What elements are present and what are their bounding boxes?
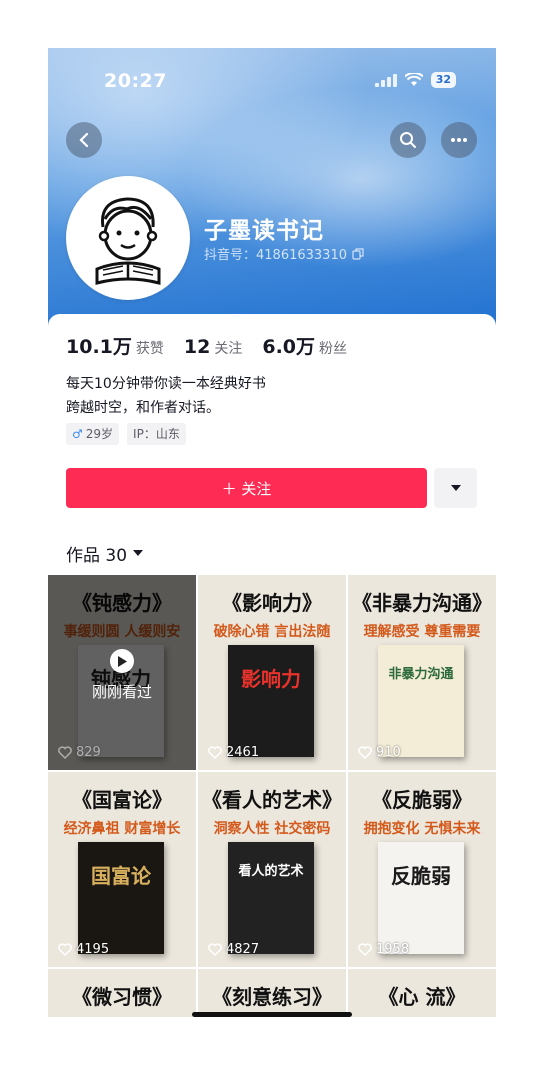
- heart-icon: [58, 943, 72, 956]
- video-thumbnail[interactable]: 《钝感力》 事缓则圆 人缓则安 钝感力 刚刚看过 829: [48, 575, 196, 770]
- profile-screen: 20:27 32 子墨读书记 抖音号：41861633310 10.1万 获赞 …: [48, 48, 496, 1020]
- age-text: 29岁: [85, 427, 114, 441]
- gender-age-tag: ♂ 29岁: [66, 423, 120, 445]
- video-thumbnail[interactable]: 《心 流》: [348, 969, 496, 1017]
- video-thumbnail[interactable]: 《影响力》 破除心错 言出法随 影响力 2461: [198, 575, 346, 770]
- video-likes: 4195: [58, 942, 109, 957]
- heart-icon: [358, 746, 372, 759]
- video-thumbnail[interactable]: 《非暴力沟通》 理解感受 尊重需要 非暴力沟通 910: [348, 575, 496, 770]
- back-arrow-icon: [79, 132, 89, 148]
- video-title: 《反脆弱》: [372, 788, 472, 812]
- video-thumbnail[interactable]: 《反脆弱》 拥抱变化 无惧未来 反脆弱 1958: [348, 772, 496, 967]
- follow-button[interactable]: ＋ 关注: [66, 468, 427, 508]
- video-title: 《心 流》: [378, 985, 466, 1009]
- video-likes: 4827: [208, 942, 259, 957]
- video-subtitle: 拥抱变化 无惧未来: [363, 821, 481, 837]
- avatar[interactable]: [66, 176, 190, 300]
- stat-followers-value: 6.0万: [262, 336, 316, 358]
- stat-following-label: 关注: [214, 341, 243, 357]
- video-likes: 829: [58, 745, 101, 760]
- video-title: 《看人的艺术》: [202, 788, 342, 812]
- signal-icon: [374, 73, 397, 87]
- play-icon: [110, 649, 134, 673]
- video-likes-count: 4827: [226, 942, 260, 957]
- video-thumbnail[interactable]: 《微习惯》: [48, 969, 196, 1017]
- book-cover-title: 非暴力沟通: [388, 667, 454, 682]
- heart-icon: [58, 746, 72, 759]
- profile-name: 子墨读书记: [204, 218, 324, 244]
- chevron-down-icon: [133, 550, 144, 556]
- search-button[interactable]: [390, 122, 426, 158]
- home-indicator: [192, 1012, 352, 1017]
- video-title: 《刻意练习》: [212, 985, 332, 1009]
- video-likes-count: 829: [76, 745, 101, 760]
- video-likes-count: 1958: [376, 942, 410, 957]
- heart-icon: [358, 943, 372, 956]
- stat-likes-value: 10.1万: [66, 336, 132, 358]
- video-title: 《影响力》: [222, 591, 322, 615]
- video-thumbnail[interactable]: 《看人的艺术》 洞察人性 社交密码 看人的艺术 4827: [198, 772, 346, 967]
- book-cover: 看人的艺术: [228, 842, 314, 954]
- battery-indicator: 32: [430, 72, 456, 88]
- wifi-icon: [404, 73, 423, 86]
- video-thumbnail[interactable]: 《国富论》 经济鼻祖 财富增长 国富论 4195: [48, 772, 196, 967]
- book-cover: 非暴力沟通: [378, 645, 464, 757]
- video-likes-count: 4195: [76, 942, 110, 957]
- heart-icon: [208, 746, 222, 759]
- video-likes: 910: [358, 745, 401, 760]
- book-cover-title: 国富论: [91, 864, 151, 888]
- bio-line: 每天10分钟带你读一本经典好书: [66, 376, 266, 392]
- video-subtitle: 经济鼻祖 财富增长: [63, 821, 181, 837]
- douyin-id[interactable]: 抖音号：41861633310: [204, 244, 364, 263]
- works-tab-label: 作品 30: [66, 546, 128, 566]
- more-icon: [451, 138, 467, 142]
- ip-location-tag: IP：山东: [127, 423, 186, 445]
- profile-tags: ♂ 29岁 IP：山东: [66, 423, 186, 445]
- stat-following[interactable]: 12 关注: [184, 336, 242, 358]
- profile-bio: 每天10分钟带你读一本经典好书 跨越时空，和作者对话。: [66, 372, 266, 420]
- stat-followers-label: 粉丝: [319, 341, 348, 357]
- book-cover-title: 反脆弱: [391, 864, 451, 888]
- video-thumbnail[interactable]: 《刻意练习》: [198, 969, 346, 1017]
- watched-label: 刚刚看过: [91, 683, 152, 701]
- caret-down-icon: [450, 485, 461, 491]
- watched-indicator: 刚刚看过: [48, 649, 196, 702]
- douyin-id-text: 抖音号：41861633310: [204, 248, 347, 263]
- back-button[interactable]: [66, 122, 102, 158]
- video-subtitle: 理解感受 尊重需要: [363, 624, 481, 640]
- video-likes-count: 2461: [226, 745, 260, 760]
- copy-icon[interactable]: [352, 247, 364, 260]
- stat-likes[interactable]: 10.1万 获赞: [66, 332, 164, 359]
- heart-icon: [208, 943, 222, 956]
- bio-line: 跨越时空，和作者对话。: [66, 400, 220, 416]
- book-cover: 国富论: [78, 842, 164, 954]
- more-button[interactable]: [441, 122, 477, 158]
- profile-header-background: 20:27 32 子墨读书记 抖音号：41861633310: [48, 48, 496, 338]
- profile-stats: 10.1万 获赞 12 关注 6.0万 粉丝: [66, 332, 357, 359]
- reading-boy-avatar-icon: [95, 197, 161, 285]
- stat-likes-label: 获赞: [135, 341, 164, 357]
- recommend-dropdown-button[interactable]: [434, 468, 477, 508]
- book-cover: 反脆弱: [378, 842, 464, 954]
- video-likes-count: 910: [376, 745, 401, 760]
- works-tab[interactable]: 作品 30: [66, 541, 144, 566]
- video-title: 《微习惯》: [72, 985, 172, 1009]
- search-icon: [400, 132, 416, 148]
- video-likes: 1958: [358, 942, 409, 957]
- video-title: 《非暴力沟通》: [352, 591, 492, 615]
- video-likes: 2461: [208, 745, 259, 760]
- video-subtitle: 破除心错 言出法随: [213, 624, 331, 640]
- book-cover-title: 影响力: [241, 667, 301, 691]
- video-title: 《国富论》: [72, 788, 172, 812]
- video-grid: 《钝感力》 事缓则圆 人缓则安 钝感力 刚刚看过 829 《影响力》 破除心错 …: [48, 575, 496, 1017]
- male-icon: ♂: [72, 427, 83, 441]
- book-cover: 影响力: [228, 645, 314, 757]
- stat-following-value: 12: [183, 336, 211, 358]
- status-icons: 32: [374, 72, 456, 88]
- status-time: 20:27: [104, 70, 167, 92]
- stat-followers[interactable]: 6.0万 粉丝: [262, 332, 347, 359]
- video-subtitle: 洞察人性 社交密码: [213, 821, 331, 837]
- book-cover-title: 看人的艺术: [238, 864, 304, 879]
